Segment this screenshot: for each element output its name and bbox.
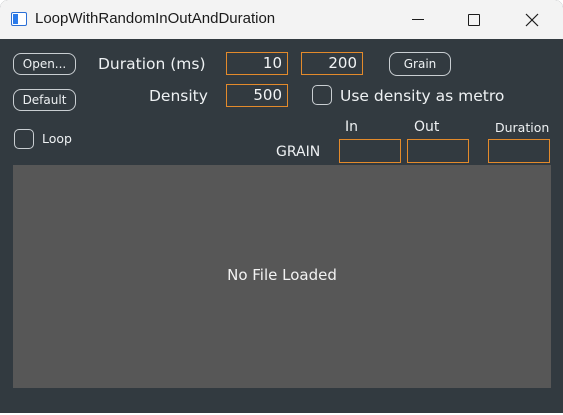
grain-out-field bbox=[407, 139, 469, 163]
grain-button[interactable]: Grain bbox=[389, 52, 451, 76]
duration-min-field[interactable]: 10 bbox=[226, 52, 288, 75]
maximize-icon bbox=[468, 13, 480, 26]
open-button[interactable]: Open... bbox=[13, 53, 76, 75]
minimize-button[interactable] bbox=[395, 0, 441, 39]
duration-max-field[interactable]: 200 bbox=[301, 52, 363, 75]
grain-duration-header: Duration bbox=[495, 120, 550, 135]
minimize-icon bbox=[412, 19, 424, 20]
close-icon bbox=[525, 13, 539, 26]
app-window: LoopWithRandomInOutAndDuration Open... D… bbox=[0, 0, 563, 413]
loop-label: Loop bbox=[42, 131, 72, 146]
duration-label: Duration (ms) bbox=[98, 55, 206, 73]
use-density-as-metro-label: Use density as metro bbox=[340, 87, 505, 105]
maximize-button[interactable] bbox=[451, 0, 497, 39]
loop-checkbox[interactable] bbox=[14, 129, 34, 149]
density-label: Density bbox=[149, 87, 208, 105]
grain-out-header: Out bbox=[414, 119, 440, 135]
grain-in-field bbox=[339, 139, 401, 163]
default-button[interactable]: Default bbox=[13, 89, 76, 111]
title-bar[interactable]: LoopWithRandomInOutAndDuration bbox=[0, 0, 563, 39]
density-field[interactable]: 500 bbox=[226, 84, 288, 107]
use-density-as-metro-checkbox[interactable] bbox=[312, 85, 332, 105]
grain-in-header: In bbox=[345, 119, 359, 135]
close-button[interactable] bbox=[509, 0, 555, 39]
window-title: LoopWithRandomInOutAndDuration bbox=[35, 10, 276, 27]
app-icon bbox=[11, 12, 27, 26]
no-file-status: No File Loaded bbox=[227, 266, 337, 284]
waveform-display[interactable]: No File Loaded bbox=[13, 165, 551, 388]
grain-label: GRAIN bbox=[276, 144, 321, 160]
grain-duration-field bbox=[488, 139, 550, 163]
